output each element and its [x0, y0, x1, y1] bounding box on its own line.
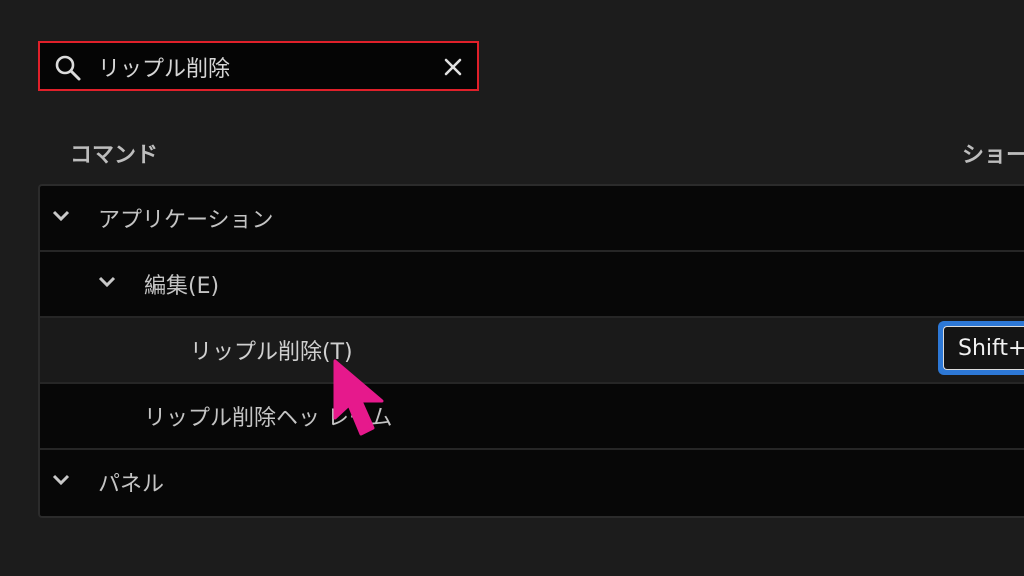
tree-row-application[interactable]: アプリケーション — [40, 186, 1024, 252]
tree-row-label: リップル削除(T) — [190, 340, 353, 365]
column-header-shortcut[interactable]: ショー — [962, 137, 1024, 169]
tree-row-label: 編集(E) — [144, 274, 220, 299]
shortcut-field[interactable]: Shift+ — [938, 321, 1024, 375]
command-tree: アプリケーション 編集(E) リップル削除(T) Shift+ リップル削除ヘッ… — [38, 184, 1024, 518]
tree-row-edit[interactable]: 編集(E) — [40, 252, 1024, 318]
close-icon[interactable] — [444, 58, 462, 80]
column-header-command[interactable]: コマンド — [70, 137, 158, 169]
shortcut-value[interactable]: Shift+ — [943, 326, 1024, 370]
mouse-pointer-icon — [332, 358, 392, 446]
tree-row-ripple-delete[interactable]: リップル削除(T) Shift+ — [40, 318, 1024, 384]
tree-row-label: パネル — [98, 472, 165, 497]
tree-row-panel[interactable]: パネル — [40, 450, 1024, 514]
tree-row-label: アプリケーション — [98, 208, 274, 233]
search-input[interactable] — [98, 53, 428, 81]
chevron-down-icon[interactable] — [52, 472, 70, 491]
chevron-down-icon[interactable] — [52, 208, 70, 227]
chevron-down-icon[interactable] — [98, 274, 116, 293]
search-box[interactable] — [38, 41, 479, 91]
search-icon — [54, 54, 82, 86]
tree-row-ripple-delete-head[interactable]: リップル削除ヘッ レーム — [40, 384, 1024, 450]
